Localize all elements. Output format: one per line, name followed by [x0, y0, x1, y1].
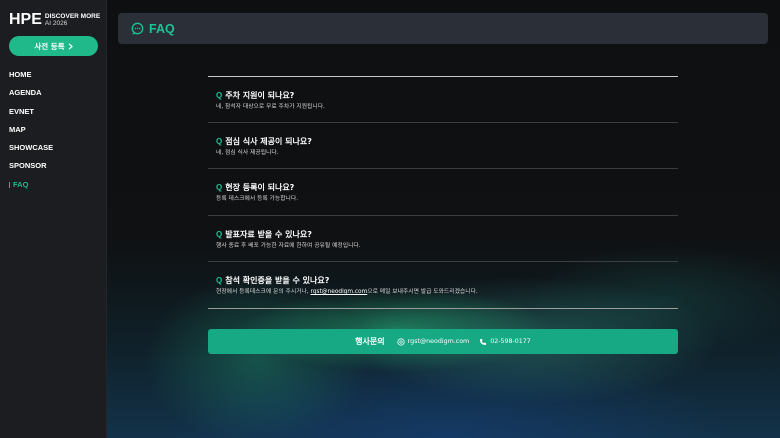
nav-item-home[interactable]: HOME: [9, 70, 53, 88]
logo-mark: HPE: [9, 11, 42, 28]
logo-tagline-sub: AI 2026: [44, 20, 68, 27]
faq-item: Q 점심 식사 제공이 되나요? 네, 점심 식사 제공됩니다.: [208, 123, 678, 170]
logo-tagline-main: DISCOVER MORE: [44, 13, 101, 20]
chat-bubble-icon: [131, 22, 144, 35]
page-header: FAQ: [118, 13, 768, 44]
faq-question: Q 점심 식사 제공이 되나요?: [216, 136, 678, 147]
nav-item-map[interactable]: MAP: [9, 125, 53, 143]
faq-answer: 네, 점심 식사 제공됩니다.: [216, 150, 279, 157]
contact-label: 행사문의: [355, 337, 385, 346]
page-title: FAQ: [149, 21, 175, 36]
faq-answer: 네, 참석자 대상으로 무료 주차가 지원됩니다.: [216, 104, 325, 110]
chevron-right-icon: [68, 42, 73, 50]
faq-answer: 현장에서 등록데스크에 문의 주시거나, rgst@neodigm.com으로 …: [216, 288, 678, 296]
hpe-logo[interactable]: HPE DISCOVER MORE AI 2026: [9, 12, 100, 28]
q-marker: Q: [216, 91, 223, 100]
nav-item-showcase[interactable]: SHOWCASE: [9, 143, 53, 161]
faq-question: Q 참석 확인증을 받을 수 있나요?: [216, 275, 678, 286]
contact-phone-text: 02-598-0177: [490, 338, 531, 345]
faq-item: Q 참석 확인증을 받을 수 있나요? 현장에서 등록데스크에 문의 주시거나, …: [208, 262, 678, 308]
nav-item-label: FAQ: [13, 179, 29, 189]
contact-bar: 행사문의 rgst@neodigm.com 02-598-0177: [208, 329, 678, 354]
faq-item: Q 현장 등록이 되나요? 등록 데스크에서 등록 가능합니다.: [208, 169, 678, 216]
faq-question-text: 참석 확인증을 받을 수 있나요?: [225, 275, 330, 285]
faq-item: Q 발표자료 받을 수 있나요? 행사 종료 후 배포 가능한 자료에 한하여 공…: [208, 216, 678, 262]
faq-answer-suffix: 으로 메일 보내주시면 발급 도와드리겠습니다.: [367, 288, 478, 295]
contact-email-text: rgst@neodigm.com: [407, 338, 470, 345]
nav-item-label: AGENDA: [9, 88, 42, 98]
faq-answer: 행사 종료 후 배포 가능한 자료에 한하여 공유될 예정입니다.: [216, 242, 361, 249]
faq-item: Q 주차 지원이 되나요? 네, 참석자 대상으로 무료 주차가 지원됩니다.: [208, 77, 678, 124]
nav-item-label: SPONSOR: [9, 161, 47, 171]
contact-phone[interactable]: 02-598-0177: [479, 338, 531, 346]
faq-question: Q 발표자료 받을 수 있나요?: [216, 229, 678, 240]
pre-register-button[interactable]: 사전 등록: [9, 36, 98, 56]
logo-tagline: DISCOVER MORE AI 2026: [45, 13, 100, 27]
nav-item-sponsor[interactable]: SPONSOR: [9, 161, 53, 179]
email-icon: [397, 337, 405, 346]
contact-email[interactable]: rgst@neodigm.com: [397, 337, 470, 346]
nav-item-label: HOME: [9, 70, 32, 79]
faq-question-text: 발표자료 받을 수 있나요?: [225, 229, 312, 239]
nav-item-agenda[interactable]: AGENDA: [9, 88, 53, 106]
faq-question-text: 현장 등록이 되나요?: [225, 183, 295, 193]
faq-list: Q 주차 지원이 되나요? 네, 참석자 대상으로 무료 주차가 지원됩니다. Q…: [208, 76, 678, 309]
nav-item-label: SHOWCASE: [9, 143, 54, 153]
faq-question-text: 주차 지원이 되나요?: [225, 91, 295, 100]
main-content: FAQ Q 주차 지원이 되나요? 네, 참석자 대상으로 무료 주차가 지원됩니…: [107, 0, 780, 438]
q-marker: Q: [216, 137, 223, 147]
sidebar-nav: HOME AGENDA EVNET MAP SHOWCASE SPONSOR F…: [9, 70, 53, 198]
q-marker: Q: [216, 183, 223, 193]
active-indicator: [9, 181, 10, 188]
nav-item-label: EVNET: [9, 106, 35, 116]
nav-item-evnet[interactable]: EVNET: [9, 107, 53, 125]
q-marker: Q: [216, 229, 223, 239]
email-link[interactable]: rgst@neodigm.com: [311, 289, 368, 295]
pre-register-label: 사전 등록: [34, 41, 65, 51]
nav-item-label: MAP: [9, 124, 26, 134]
nav-item-faq[interactable]: FAQ: [9, 180, 53, 198]
faq-question-text: 점심 식사 제공이 되나요?: [225, 137, 312, 147]
faq-answer: 등록 데스크에서 등록 가능합니다.: [216, 196, 299, 203]
sidebar: HPE DISCOVER MORE AI 2026 사전 등록 HOME AGE…: [0, 0, 107, 438]
faq-question: Q 현장 등록이 되나요?: [216, 182, 678, 193]
q-marker: Q: [216, 275, 223, 285]
phone-icon: [480, 338, 487, 345]
faq-question: Q 주차 지원이 되나요?: [216, 90, 678, 101]
faq-answer-prefix: 현장에서 등록데스크에 문의 주시거나,: [216, 288, 311, 295]
